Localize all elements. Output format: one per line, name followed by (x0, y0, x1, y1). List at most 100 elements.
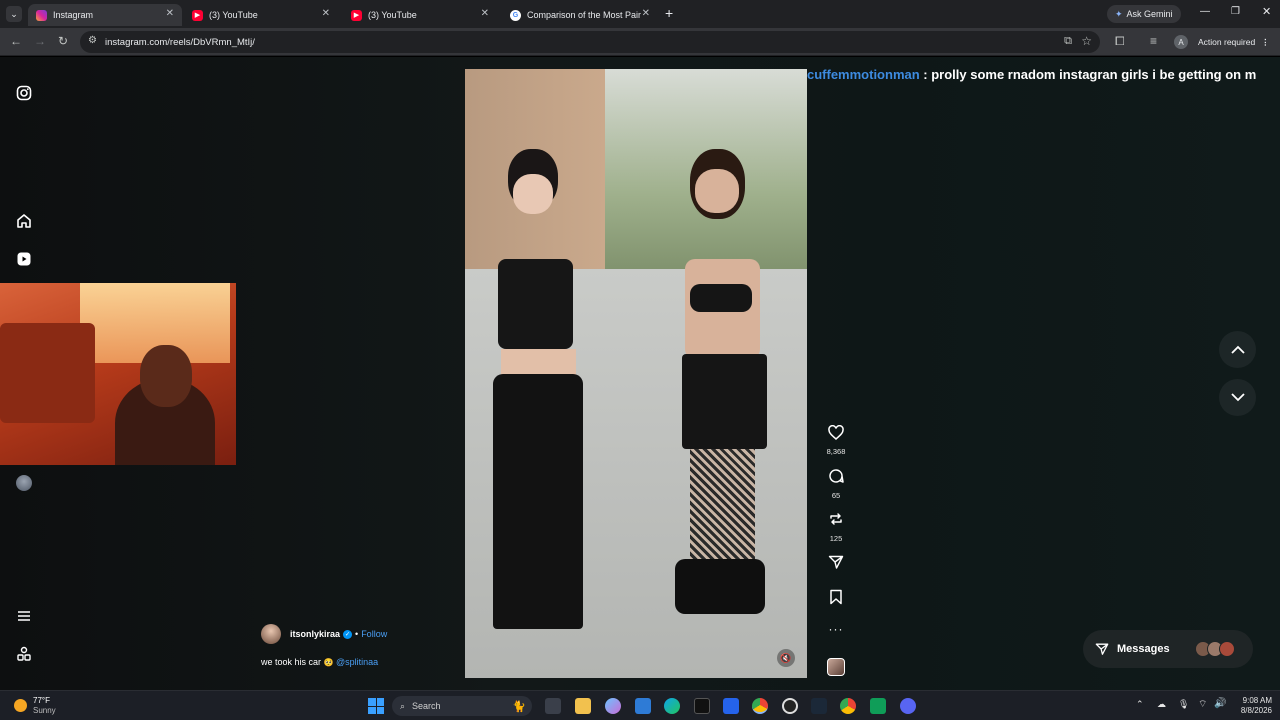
search-highlight-cat-icon: 🐈 (512, 700, 526, 713)
like-action[interactable]: 8,368 (822, 424, 850, 456)
tab-youtube-1[interactable]: ▶ (3) YouTube ✕ (184, 4, 338, 26)
tab-title: Comparison of the Most Painfu (527, 10, 641, 20)
forward-arrow-icon[interactable]: → (34, 34, 46, 48)
profile-avatar[interactable]: A (1174, 35, 1188, 49)
close-tab-icon[interactable]: ✕ (322, 8, 330, 19)
bookmark-star-icon[interactable]: ☆ (1081, 34, 1092, 48)
caption-text: we took his car (261, 657, 322, 667)
chevron-up-icon (1230, 345, 1245, 354)
mute-speaker-icon[interactable]: 🔇 (777, 649, 795, 667)
url-text: instagram.com/reels/DbVRmn_MtIj/ (105, 36, 255, 48)
app-green-icon[interactable] (870, 698, 886, 714)
more-options-icon[interactable]: ··· (822, 622, 850, 636)
microphone-icon[interactable]: 🎙 (1178, 699, 1189, 710)
tab-instagram[interactable]: Instagram ✕ (28, 4, 182, 26)
chrome-icon[interactable] (752, 698, 768, 714)
tab-comparison[interactable]: G Comparison of the Most Painfu ✕ (502, 4, 658, 26)
show-hidden-icons-chevron-icon[interactable]: ⌃ (1136, 699, 1144, 710)
profile-initial: A (1178, 37, 1184, 47)
copilot-icon[interactable] (605, 698, 621, 714)
next-reel-button[interactable] (1219, 379, 1256, 416)
caption-mention-link[interactable]: @splitinaa (336, 657, 378, 667)
messages-button[interactable]: Messages (1083, 630, 1253, 668)
comment-action[interactable]: 65 (822, 468, 850, 500)
home-icon[interactable] (15, 212, 33, 230)
windows-start-icon[interactable] (368, 698, 384, 714)
tab-youtube-2[interactable]: ▶ (3) YouTube ✕ (343, 4, 497, 26)
menu-hamburger-icon[interactable] (15, 607, 33, 625)
terminal-icon[interactable] (811, 698, 827, 714)
author-avatar[interactable] (261, 624, 281, 644)
audio-thumbnail[interactable] (822, 658, 850, 676)
browser-tab-bar: ⌄ Instagram ✕ ▶ (3) YouTube ✕ ▶ (3) YouT… (0, 0, 1280, 28)
back-arrow-icon[interactable]: ← (10, 34, 22, 48)
store-icon[interactable] (723, 698, 739, 714)
tab-title: (3) YouTube (368, 10, 417, 20)
epic-games-icon[interactable] (694, 698, 710, 714)
repost-icon (830, 513, 842, 525)
close-tab-icon[interactable]: ✕ (642, 8, 650, 19)
wifi-icon[interactable]: ⌔ (1198, 698, 1207, 711)
obs-icon[interactable] (782, 698, 798, 714)
address-bar[interactable]: ⚙ instagram.com/reels/DbVRmn_MtIj/ ⧉ ☆ (80, 31, 1100, 53)
install-app-icon[interactable]: ⧉ (1064, 35, 1072, 48)
search-icon: ⌕ (400, 700, 406, 711)
heart-icon (828, 424, 844, 440)
restore-window-icon[interactable]: ❐ (1231, 6, 1240, 17)
streamer-webcam-overlay (0, 283, 236, 465)
ask-gemini-label: Ask Gemini (1126, 9, 1173, 19)
weather-widget[interactable]: 77°F Sunny (33, 696, 56, 716)
close-tab-icon[interactable]: ✕ (481, 8, 489, 19)
outlook-icon[interactable] (635, 698, 651, 714)
messages-label: Messages (1117, 643, 1170, 655)
onedrive-icon[interactable]: ☁ (1157, 699, 1166, 710)
person-head (140, 345, 192, 407)
profile-avatar-icon[interactable] (15, 474, 33, 492)
google-favicon-icon: G (510, 9, 521, 21)
share-paper-plane-icon (828, 555, 844, 569)
repost-count: 125 (829, 534, 843, 543)
action-required-button[interactable]: Action required ⋮ (1198, 34, 1270, 50)
comment-bubble-icon (829, 469, 844, 483)
extensions-puzzle-icon[interactable]: ⧠ (1115, 34, 1125, 49)
repost-action[interactable]: 125 (822, 511, 850, 543)
edge-icon[interactable] (664, 698, 680, 714)
sunny-weather-icon[interactable] (14, 699, 27, 712)
youtube-favicon-icon: ▶ (192, 9, 203, 21)
system-clock[interactable]: 9:08 AM 8/8/2026 (1232, 696, 1272, 716)
chat-message-text: : prolly some rnadom instagran girls i b… (919, 67, 1257, 82)
gemini-sparkle-icon: ✦ (1115, 8, 1123, 19)
reel-author-row: itsonlykiraa ✓ • Follow (261, 624, 387, 644)
instagram-favicon-icon (36, 9, 47, 21)
previous-reel-button[interactable] (1219, 331, 1256, 368)
action-required-label: Action required (1198, 37, 1256, 47)
instagram-logo-icon[interactable] (15, 84, 33, 102)
minimize-window-icon[interactable]: — (1200, 6, 1210, 17)
taskbar-search-box[interactable]: ⌕ Search 🐈 (392, 696, 532, 716)
new-tab-button[interactable]: + (665, 5, 673, 21)
send-paper-plane-icon (1095, 643, 1109, 655)
save-action[interactable] (822, 589, 850, 610)
media-controls-icon[interactable]: ≡ (1150, 34, 1157, 48)
reels-icon[interactable] (15, 250, 33, 268)
share-action[interactable] (822, 554, 850, 575)
volume-icon[interactable]: 🔊 (1214, 698, 1226, 709)
chevron-down-icon (1230, 393, 1245, 402)
reel-video-player[interactable]: 🔇 (465, 69, 807, 678)
reload-icon[interactable]: ↻ (58, 34, 68, 48)
follow-button[interactable]: Follow (361, 629, 387, 639)
ask-gemini-button[interactable]: ✦ Ask Gemini (1107, 5, 1181, 23)
chrome-profile-icon[interactable] (840, 698, 856, 714)
also-from-meta-icon[interactable] (15, 645, 33, 663)
browser-toolbar: ← → ↻ ⚙ instagram.com/reels/DbVRmn_MtIj/… (0, 28, 1280, 56)
author-username[interactable]: itsonlykiraa (290, 629, 340, 639)
tab-title: Instagram (53, 10, 94, 20)
task-view-icon[interactable] (545, 698, 561, 714)
kebab-menu-icon[interactable]: ⋮ (1261, 37, 1270, 48)
close-tab-icon[interactable]: ✕ (166, 8, 174, 19)
tab-search-button[interactable]: ⌄ (6, 6, 22, 22)
file-explorer-icon[interactable] (575, 698, 591, 714)
close-window-icon[interactable]: ✕ (1262, 5, 1271, 18)
discord-icon[interactable] (900, 698, 916, 714)
site-settings-icon[interactable]: ⚙ (88, 35, 97, 46)
